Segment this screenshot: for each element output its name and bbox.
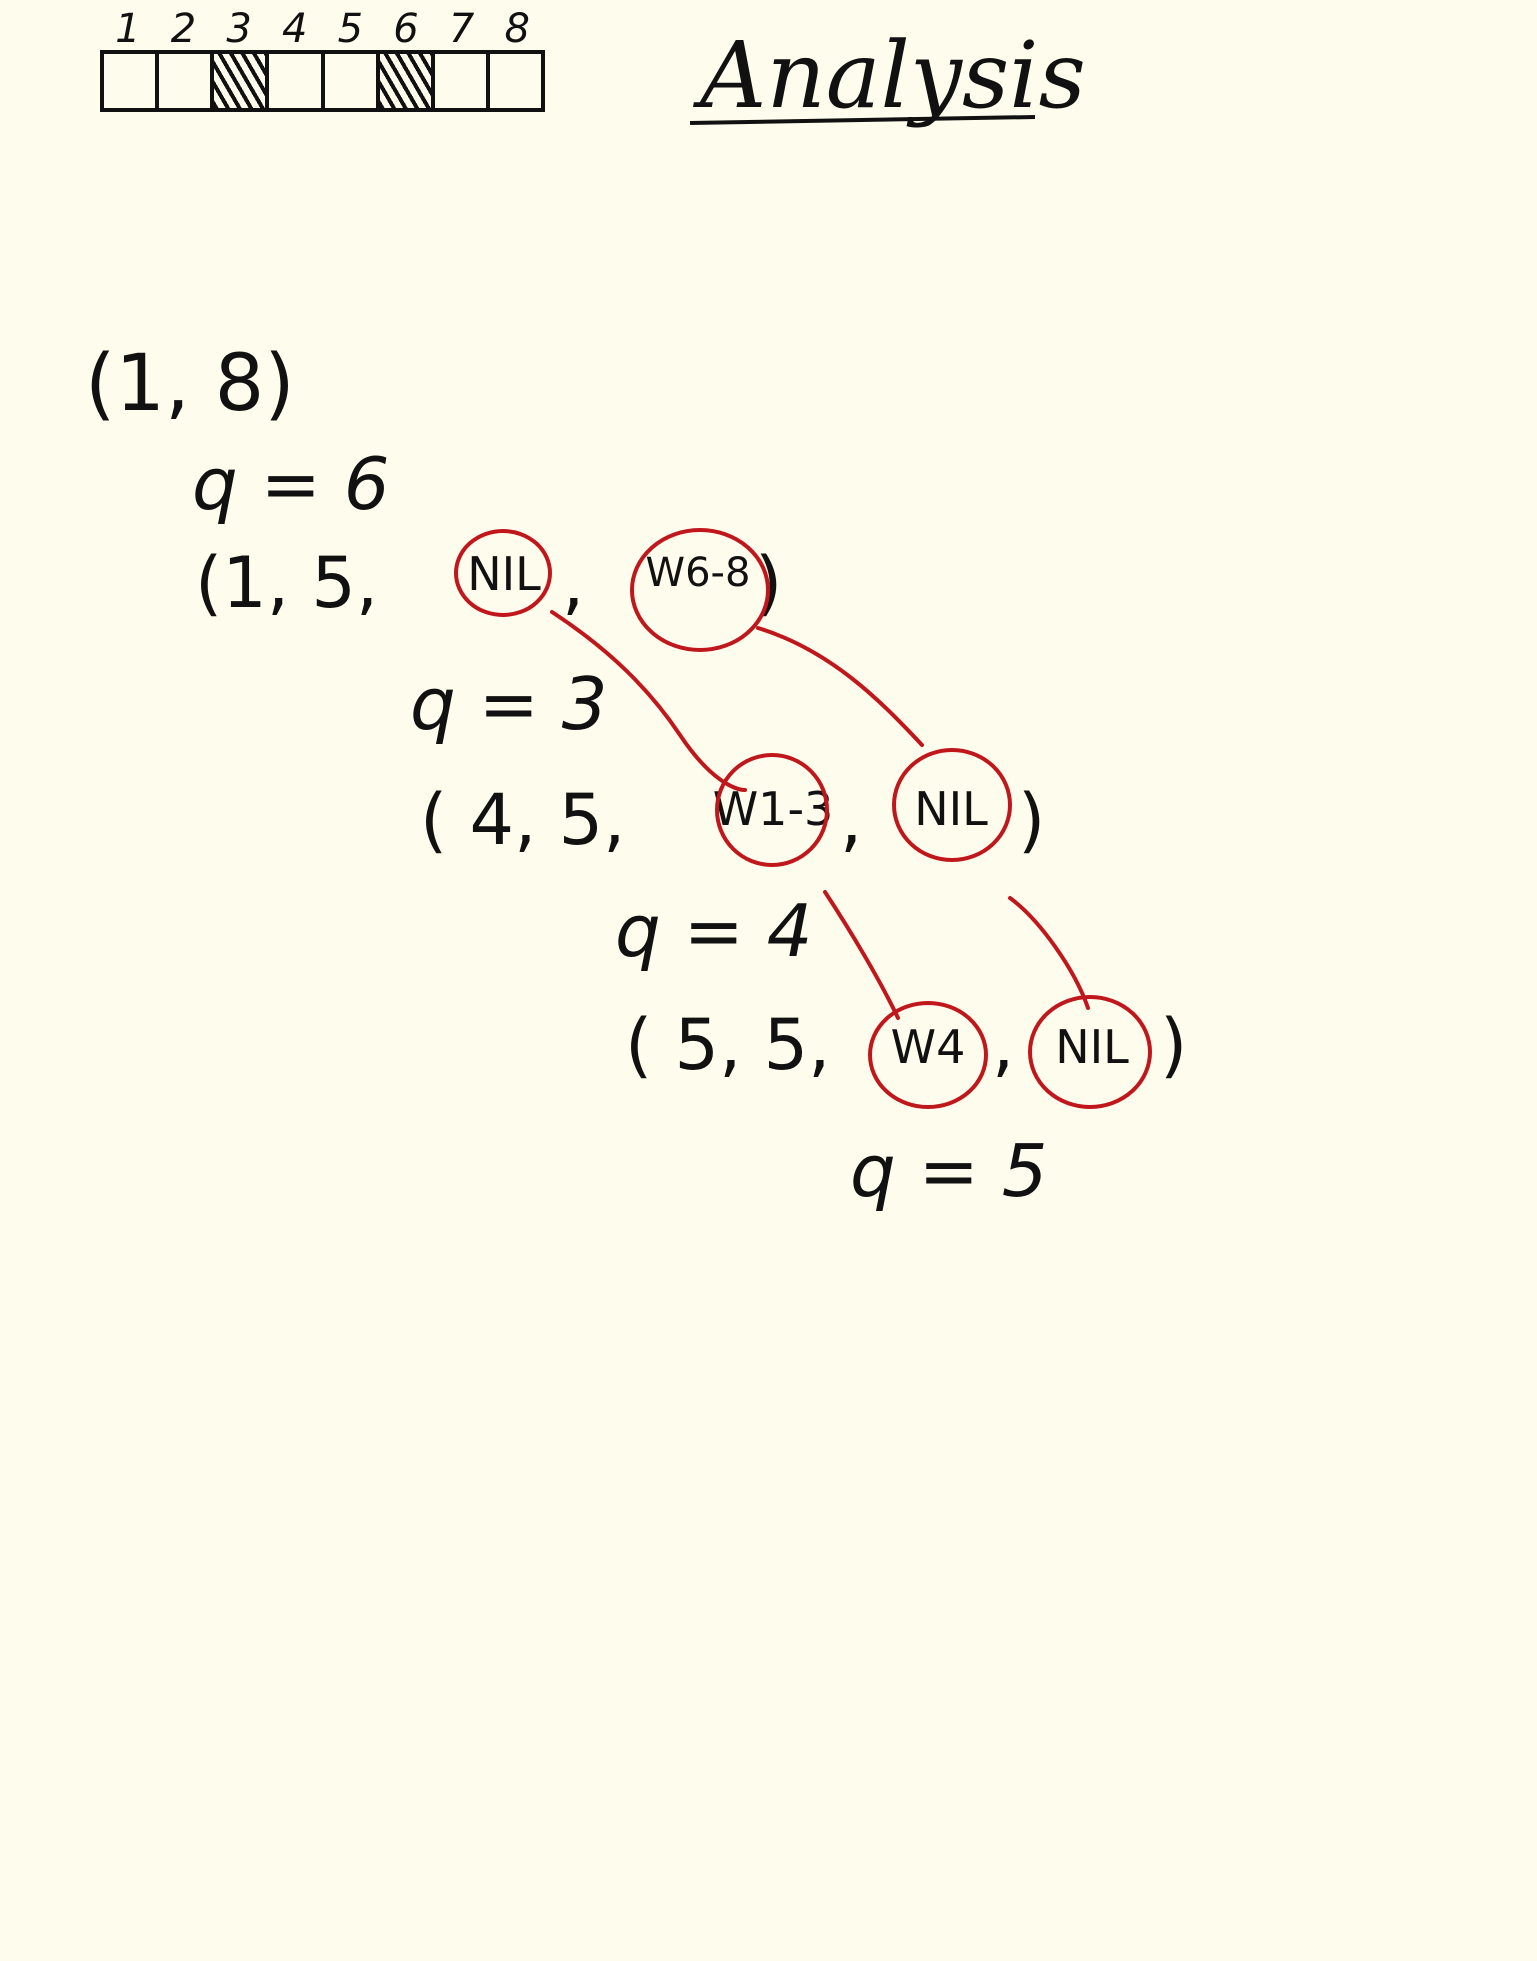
red-circle: [1028, 995, 1152, 1109]
red-circle: [630, 528, 770, 652]
arrow-nil-to-nil: [1008, 896, 1090, 1010]
red-circle: [868, 1001, 988, 1109]
red-circle: [454, 529, 552, 617]
red-circle: [892, 748, 1012, 862]
annotation-overlay: [454, 528, 1152, 1109]
red-circle: [715, 753, 829, 867]
arrow-w1-3-to-w4: [823, 890, 900, 1020]
arrow-w6-8-to-nil: [756, 626, 924, 747]
arrow-nil-to-w1-3: [550, 610, 747, 792]
notebook-page: 1 2 3 4 5 6 7 8 Analysis (1, 8) q = 6 (1…: [0, 0, 1537, 1961]
